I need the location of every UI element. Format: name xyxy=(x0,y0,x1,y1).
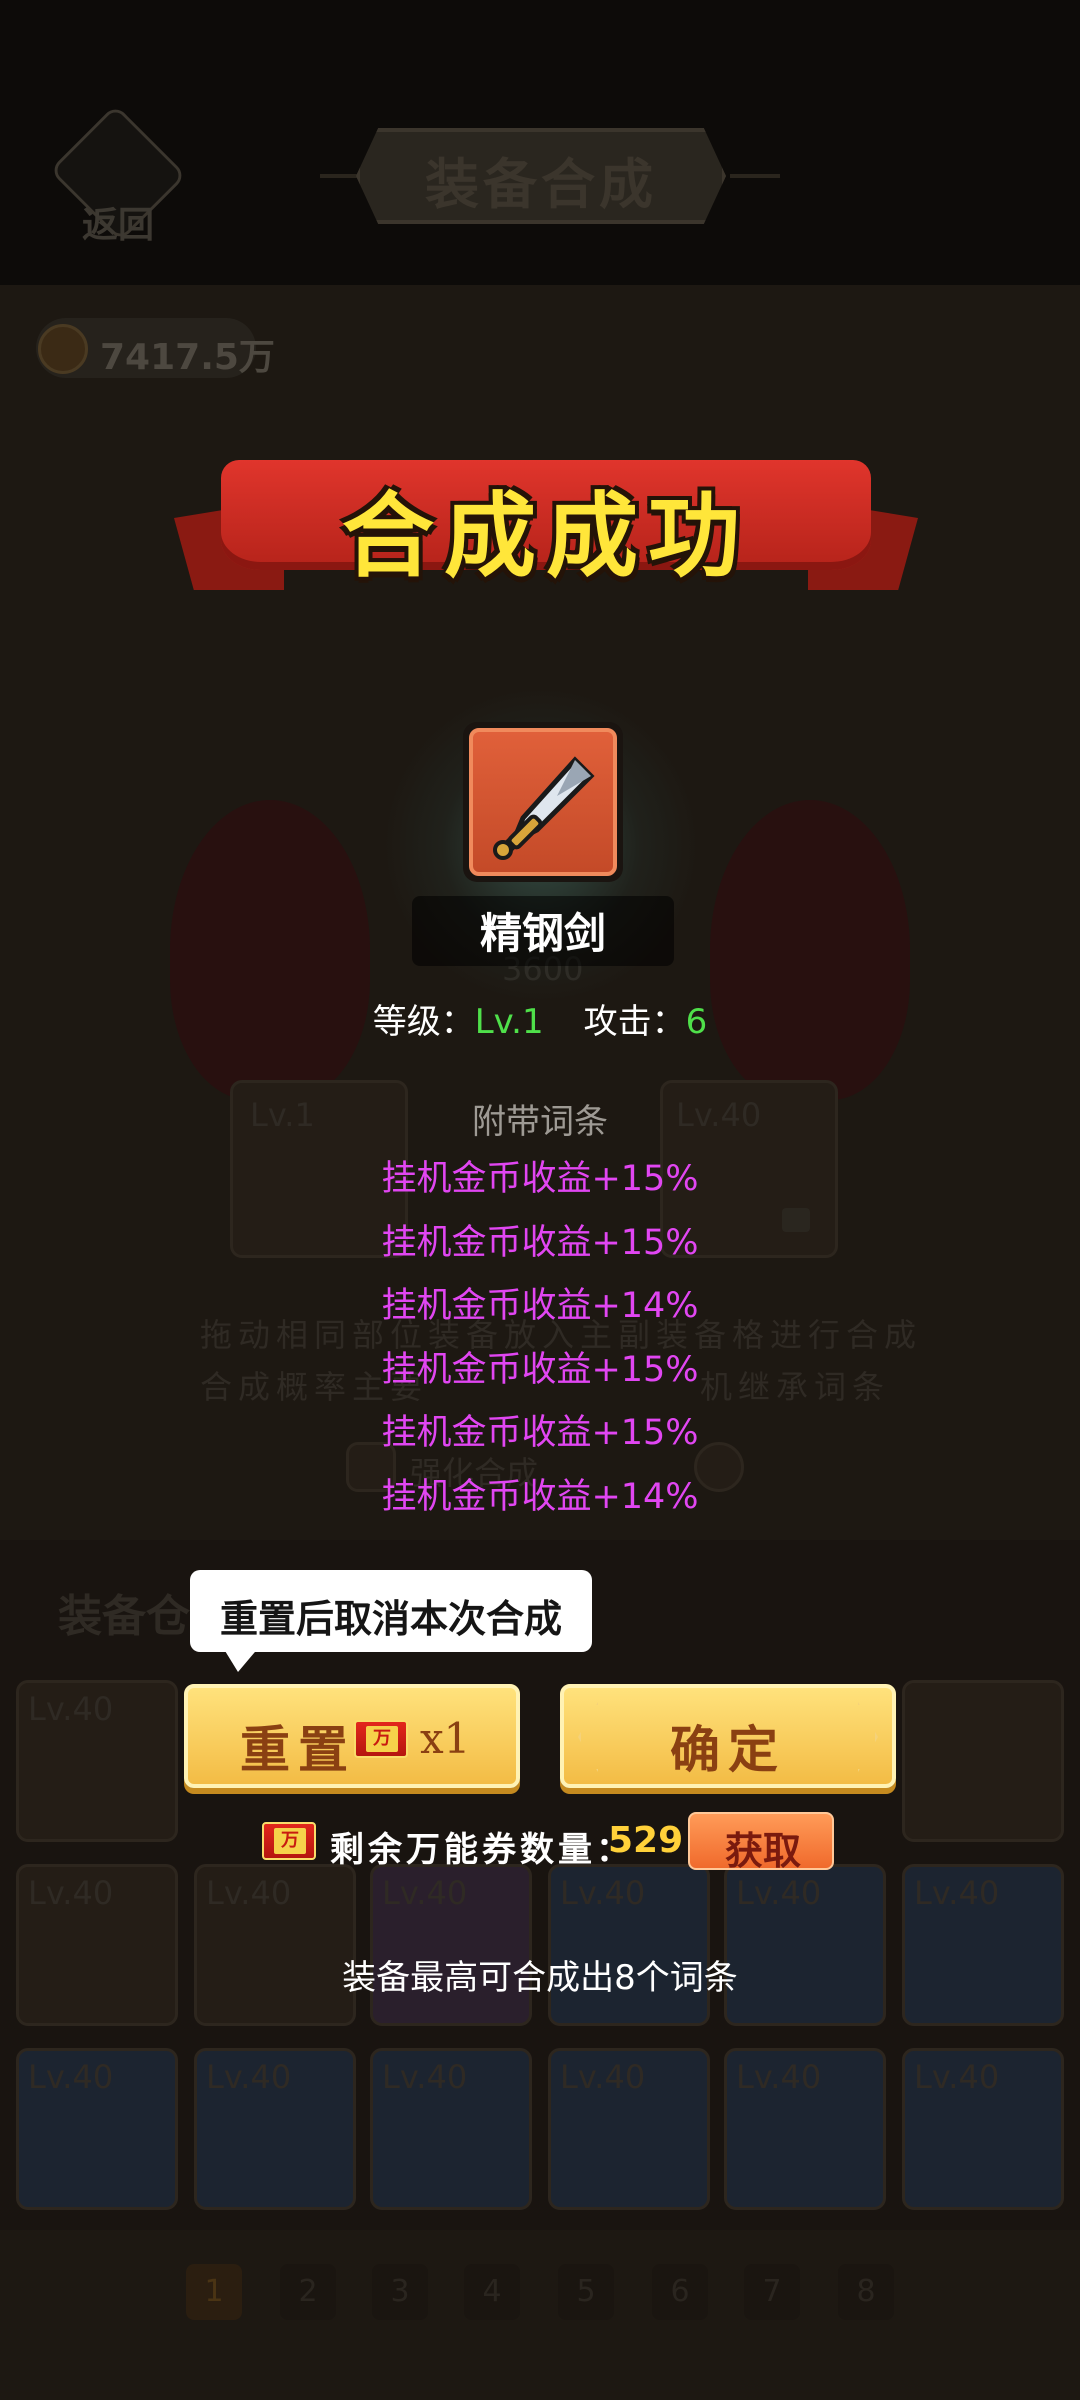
coin-icon xyxy=(38,324,88,374)
back-label: 返回 xyxy=(81,204,154,246)
slot-level: Lv.40 xyxy=(736,2058,822,2096)
universal-ticket-icon: 万 xyxy=(354,1720,408,1758)
affix-item: 挂机金币收益+15% xyxy=(381,1222,699,1263)
success-banner: 合成成功 xyxy=(174,440,918,590)
affix-title: 附带词条 xyxy=(472,1102,608,1142)
affix-item: 挂机金币收益+14% xyxy=(381,1286,699,1326)
attack-label: 攻击： xyxy=(583,1002,686,1042)
get-tickets-button[interactable]: 获取 xyxy=(688,1812,834,1873)
slot-level: Lv.40 xyxy=(382,2058,468,2096)
reset-button[interactable]: 重置 万 x1 xyxy=(184,1684,520,1788)
page-3[interactable]: 3 xyxy=(372,2264,428,2320)
page-6[interactable]: 6 xyxy=(652,2264,708,2320)
slot-level: Lv.40 xyxy=(28,1690,114,1728)
affix-list: 挂机金币收益+15% 挂机金币收益+15% 挂机金币收益+14% 挂机金币收益+… xyxy=(0,1150,1080,1531)
affix-item: 挂机金币收益+15% xyxy=(381,1159,699,1199)
flame-decoration-left xyxy=(170,800,370,1100)
slot-level: Lv.40 xyxy=(382,1874,468,1912)
confirm-button[interactable]: 确定 xyxy=(560,1684,896,1788)
affix-item: 挂机金币收益+14% xyxy=(381,1476,699,1517)
tooltip-text: 重置后取消本次合成 xyxy=(219,1596,562,1641)
ticket-mark: 万 xyxy=(274,1828,306,1854)
page-4[interactable]: 4 xyxy=(464,2264,520,2320)
page-5[interactable]: 5 xyxy=(558,2264,614,2320)
page-7[interactable]: 7 xyxy=(744,2264,800,2320)
level-label: 等级： xyxy=(372,1002,475,1042)
remaining-label: 剩余万能券数量： xyxy=(330,1830,634,1870)
attack-value: 6 xyxy=(685,1002,708,1042)
slot-level: Lv.40 xyxy=(206,2058,292,2096)
remaining-value: 529 xyxy=(608,1820,684,1861)
flame-decoration-right xyxy=(710,800,910,1100)
sword-icon xyxy=(493,756,595,860)
reward-item-frame xyxy=(463,722,623,882)
confirm-button-label: 确定 xyxy=(670,1720,786,1779)
slot-level: Lv.40 xyxy=(28,2058,114,2096)
page-8[interactable]: 8 xyxy=(838,2264,894,2320)
title-ornament-right xyxy=(730,174,780,178)
page-title: 装备合成 xyxy=(425,152,657,216)
slot-level: Lv.40 xyxy=(560,1874,646,1912)
level-value: Lv.1 xyxy=(474,1002,544,1042)
item-name: 精钢剑 xyxy=(479,909,606,958)
banner-title: 合成成功 xyxy=(341,482,750,590)
inventory-slot[interactable] xyxy=(902,1680,1064,1842)
inventory-title: 装备仓 xyxy=(58,1591,190,1642)
reset-button-label: 重置 xyxy=(240,1720,356,1779)
reward-item-card xyxy=(469,728,617,876)
page-2[interactable]: 2 xyxy=(280,2264,336,2320)
max-affix-hint: 装备最高可合成出8个词条 xyxy=(342,1958,738,1998)
reset-cost-count: x1 xyxy=(420,1714,471,1763)
slot-level: Lv.40 xyxy=(206,1874,292,1912)
page-1[interactable]: 1 xyxy=(186,2264,242,2320)
universal-ticket-icon: 万 xyxy=(262,1822,316,1860)
ticket-mark: 万 xyxy=(366,1726,398,1752)
item-stats: 等级：Lv.1 攻击：6 xyxy=(0,994,1080,1043)
slot-level: Lv.40 xyxy=(560,2058,646,2096)
gold-amount: 7417.5万 xyxy=(100,337,275,378)
slot-level: Lv.40 xyxy=(914,2058,1000,2096)
tooltip-pointer xyxy=(222,1646,260,1672)
get-tickets-label: 获取 xyxy=(724,1828,801,1873)
affix-item: 挂机金币收益+15% xyxy=(381,1413,699,1453)
affix-item: 挂机金币收益+15% xyxy=(381,1349,699,1390)
slot-level: Lv.40 xyxy=(736,1874,822,1912)
slot-level: Lv.40 xyxy=(28,1874,114,1912)
slot-level: Lv.40 xyxy=(914,1874,1000,1912)
